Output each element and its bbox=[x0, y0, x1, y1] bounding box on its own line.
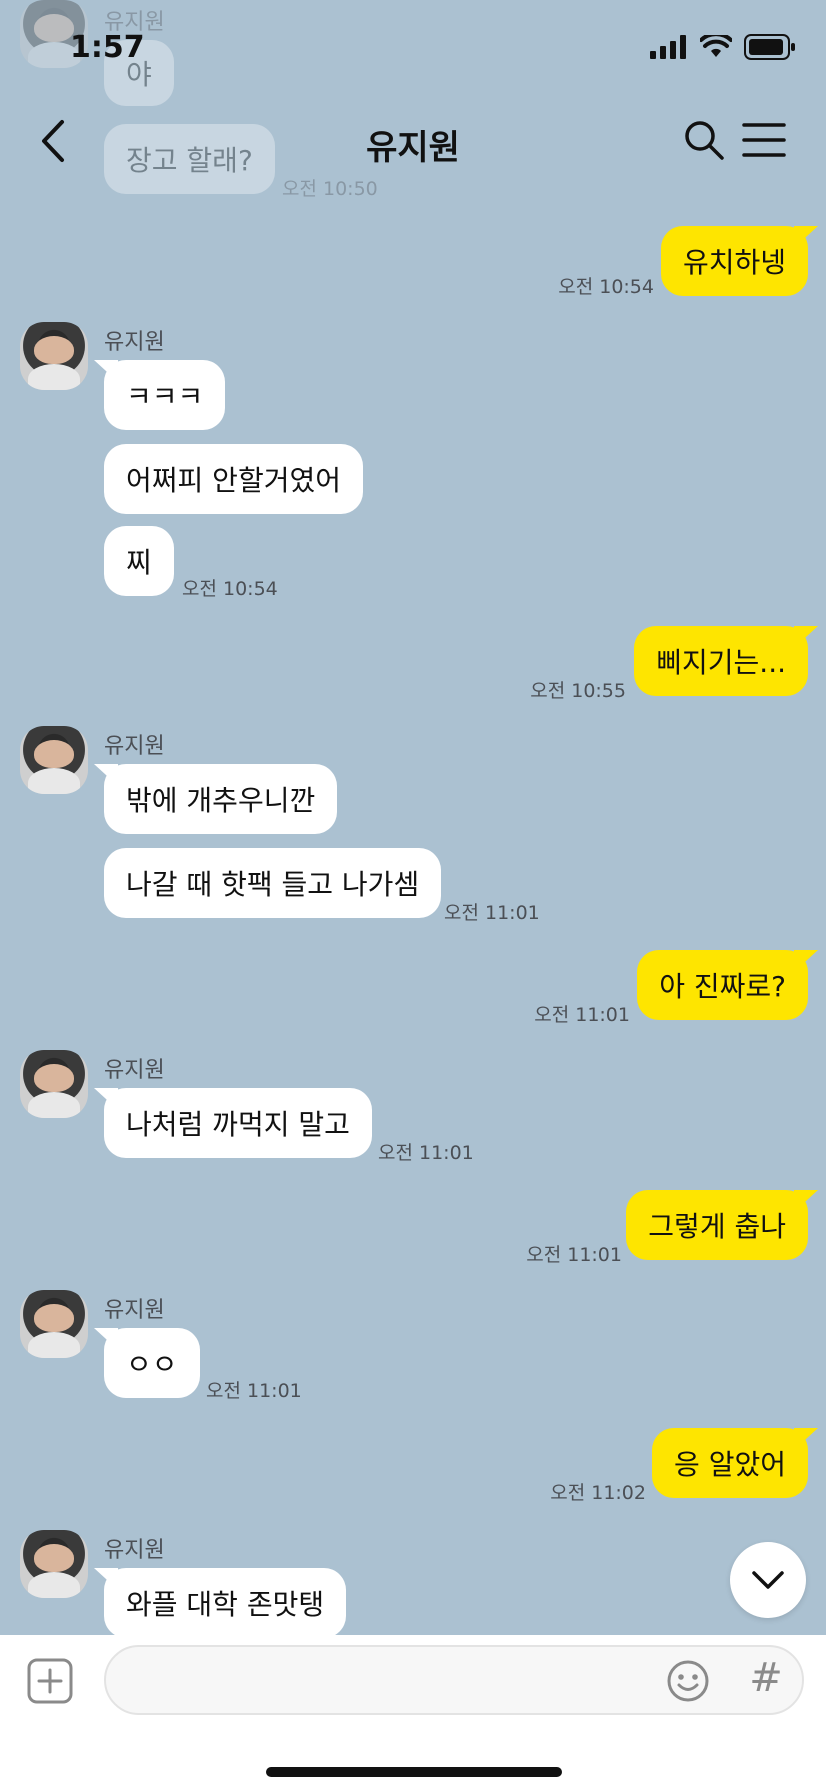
avatar[interactable] bbox=[20, 322, 88, 390]
sender-name: 유지원 bbox=[104, 1298, 165, 1323]
message-time: 오전 11:01 bbox=[444, 902, 540, 924]
incoming-message: 어쩌피 안할거였어 bbox=[104, 444, 363, 514]
scroll-to-bottom-button[interactable] bbox=[730, 1542, 806, 1618]
outgoing-message: 삐지기는... bbox=[634, 626, 808, 696]
home-indicator bbox=[266, 1767, 562, 1777]
chat-area[interactable]: 유지원 야 장고 할래? 오전 10:50 유치하넹 오전 10:54 유지원 … bbox=[0, 0, 826, 1635]
search-icon bbox=[685, 121, 724, 160]
message-time: 오전 10:54 bbox=[558, 276, 654, 298]
avatar[interactable] bbox=[20, 1530, 88, 1598]
outgoing-message: 유치하넹 bbox=[660, 226, 808, 296]
emoji-button[interactable] bbox=[666, 1659, 710, 1703]
avatar[interactable] bbox=[20, 1050, 88, 1118]
sender-name: 유지원 bbox=[104, 330, 165, 355]
sender-name: 유지원 bbox=[104, 1538, 165, 1563]
message-time: 오전 11:01 bbox=[378, 1142, 474, 1164]
chat-header: 유지원 bbox=[0, 100, 826, 180]
message-time: 오전 11:01 bbox=[206, 1380, 302, 1402]
sender-name: 유지원 bbox=[104, 734, 165, 759]
avatar[interactable] bbox=[20, 1290, 88, 1358]
chevron-down-icon bbox=[752, 1571, 784, 1589]
status-time: 1:57 bbox=[70, 30, 145, 65]
hamburger-menu-icon bbox=[742, 123, 786, 157]
message-input-bar: # bbox=[0, 1635, 826, 1792]
search-button[interactable] bbox=[682, 118, 726, 162]
outgoing-message: 그렇게 춥나 bbox=[626, 1190, 808, 1260]
signal-icon bbox=[650, 35, 686, 59]
message-time: 오전 11:02 bbox=[550, 1482, 646, 1504]
attach-button[interactable] bbox=[26, 1657, 74, 1705]
status-bar: 1:57 bbox=[0, 0, 826, 100]
incoming-message: 와플 대학 존맛탱 bbox=[104, 1568, 347, 1635]
incoming-message: ㅇㅇ bbox=[104, 1328, 200, 1398]
status-icons bbox=[650, 34, 796, 60]
smiley-icon bbox=[667, 1660, 709, 1702]
incoming-message: ㅋㅋㅋ bbox=[104, 360, 226, 430]
plus-square-icon bbox=[27, 1658, 73, 1704]
avatar[interactable] bbox=[20, 726, 88, 794]
wifi-icon bbox=[700, 35, 732, 57]
sender-name: 유지원 bbox=[104, 1058, 165, 1083]
incoming-message: 나처럼 까먹지 말고 bbox=[104, 1088, 372, 1158]
incoming-message: 밖에 개추우니깐 bbox=[104, 764, 338, 834]
message-time: 오전 11:01 bbox=[534, 1004, 630, 1026]
battery-icon bbox=[744, 34, 795, 60]
message-time: 오전 10:54 bbox=[182, 578, 278, 600]
hash-search-button[interactable]: # bbox=[746, 1653, 786, 1703]
message-time: 오전 10:55 bbox=[530, 680, 626, 702]
message-time: 오전 11:01 bbox=[526, 1244, 622, 1266]
outgoing-message: 응 알았어 bbox=[652, 1428, 808, 1498]
incoming-message: 나갈 때 핫팩 들고 나가셈 bbox=[104, 848, 442, 918]
menu-button[interactable] bbox=[742, 122, 786, 158]
incoming-message: 찌 bbox=[104, 526, 174, 596]
outgoing-message: 아 진짜로? bbox=[637, 950, 808, 1020]
